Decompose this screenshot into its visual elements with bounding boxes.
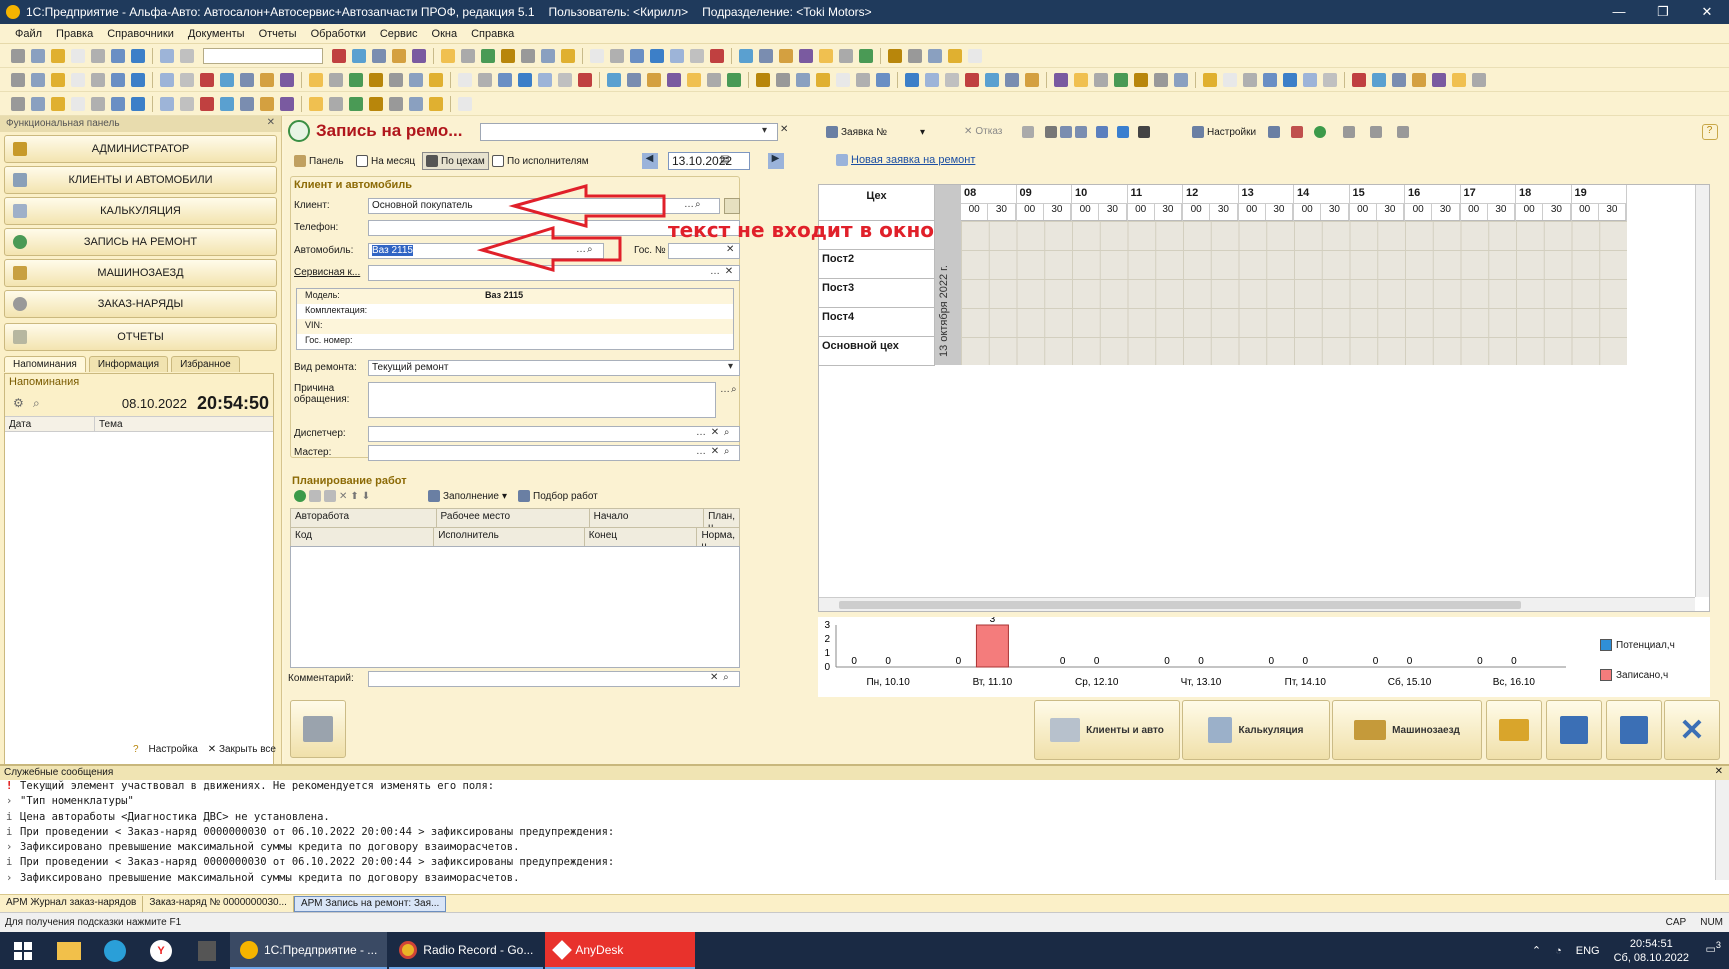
taskbar: Y 1С:Предприятие - ... Radio Record - Go…	[0, 932, 1729, 969]
message-marker-icon: i	[6, 825, 13, 838]
folder-icon	[57, 941, 81, 960]
message-line: › Зафиксировано превышение максимальной с…	[0, 872, 1729, 887]
yandex-button[interactable]: Y	[143, 936, 179, 966]
message-line: ! Текущий элемент участвовал в движениях.…	[0, 780, 1729, 795]
window-tab-active[interactable]: АРМ Запись на ремонт: Зая...	[293, 895, 447, 912]
messages-scrollbar[interactable]	[1715, 780, 1729, 880]
edge-icon	[104, 939, 126, 962]
app-label: Radio Record - Go...	[423, 942, 534, 957]
message-marker-icon: ›	[6, 871, 13, 884]
message-line: › Зафиксировано превышение максимальной с…	[0, 841, 1729, 856]
tray-date: Сб, 08.10.2022	[1613, 951, 1689, 964]
annotation-arrow-client	[508, 184, 666, 228]
window-tab[interactable]: АРМ Журнал заказ-нарядов	[0, 895, 144, 912]
message-text: При проведении < Заказ-наряд 0000000030 …	[20, 825, 615, 838]
1c-icon	[240, 940, 258, 959]
window-tabs: АРМ Журнал заказ-нарядов Заказ-наряд № 0…	[0, 894, 1729, 912]
notification-count: 3	[1715, 940, 1721, 950]
message-line: i При проведении < Заказ-наряд 0000000030…	[0, 826, 1729, 841]
explorer-button[interactable]	[51, 936, 87, 966]
taskbar-app-chrome[interactable]: Radio Record - Go...	[389, 932, 544, 969]
messages-list[interactable]: ! Текущий элемент участвовал в движениях.…	[0, 780, 1729, 887]
start-button[interactable]	[5, 936, 41, 966]
message-text: Зафиксировано превышение максимальной су…	[20, 841, 520, 854]
status-hint: Для получения подсказки нажмите F1	[5, 917, 182, 928]
yandex-icon: Y	[150, 939, 172, 962]
annotation-text: текст не входит в окно	[668, 218, 934, 242]
service-messages-panel: Служебные сообщения ✕ ! Текущий элемент уч…	[0, 764, 1729, 894]
edge-button[interactable]	[97, 936, 133, 966]
tray-time: 20:54:51	[1629, 937, 1673, 950]
wifi-icon[interactable]: ◔	[1555, 945, 1562, 957]
message-marker-icon: i	[6, 810, 13, 823]
message-line: i При проведении < Заказ-наряд 0000000030…	[0, 856, 1729, 871]
message-text: При проведении < Заказ-наряд 0000000030 …	[20, 856, 615, 869]
message-line: i Цена автоработы <Диагностика ДВС> не ус…	[0, 811, 1729, 826]
message-text: "Тип номенклатуры"	[20, 795, 134, 808]
message-text: Текущий элемент участвовал в движениях. …	[20, 780, 495, 792]
num-indicator: NUM	[1700, 917, 1723, 928]
calculator-icon	[198, 940, 216, 961]
message-marker-icon: ›	[6, 795, 13, 808]
tray-up-icon[interactable]: ⌃	[1532, 944, 1541, 957]
window-tab[interactable]: Заказ-наряд № 0000000030...	[143, 895, 294, 912]
notifications-icon[interactable]: ▭3	[1706, 940, 1722, 956]
message-marker-icon: i	[6, 856, 13, 869]
annotation-arrow-car	[476, 225, 622, 272]
taskbar-app-1c[interactable]: 1С:Предприятие - ...	[230, 932, 388, 969]
message-text: Зафиксировано превышение максимальной су…	[20, 871, 520, 884]
message-marker-icon: ›	[6, 841, 13, 854]
messages-title: Служебные сообщения	[4, 767, 114, 778]
system-tray: ⌃ ◔ ENG 20:54:51 Сб, 08.10.2022	[1532, 932, 1689, 969]
tray-clock[interactable]: 20:54:51 Сб, 08.10.2022	[1614, 937, 1689, 965]
language-indicator[interactable]: ENG	[1576, 945, 1600, 957]
anydesk-icon	[552, 939, 573, 960]
message-marker-icon: !	[6, 780, 13, 792]
windows-icon	[14, 941, 32, 960]
message-text: Цена автоработы <Диагностика ДВС> не уст…	[20, 810, 330, 823]
status-bar: Для получения подсказки нажмите F1 CAP NU…	[0, 912, 1729, 932]
calculator-button[interactable]	[189, 936, 225, 966]
messages-close-icon[interactable]: ✕	[1715, 766, 1723, 777]
taskbar-app-anydesk[interactable]: AnyDesk	[545, 932, 696, 969]
message-line: › "Тип номенклатуры"	[0, 795, 1729, 810]
app-label: 1С:Предприятие - ...	[264, 942, 378, 957]
app-label: AnyDesk	[575, 942, 624, 957]
caps-indicator: CAP	[1665, 917, 1687, 928]
chrome-icon	[399, 940, 418, 959]
